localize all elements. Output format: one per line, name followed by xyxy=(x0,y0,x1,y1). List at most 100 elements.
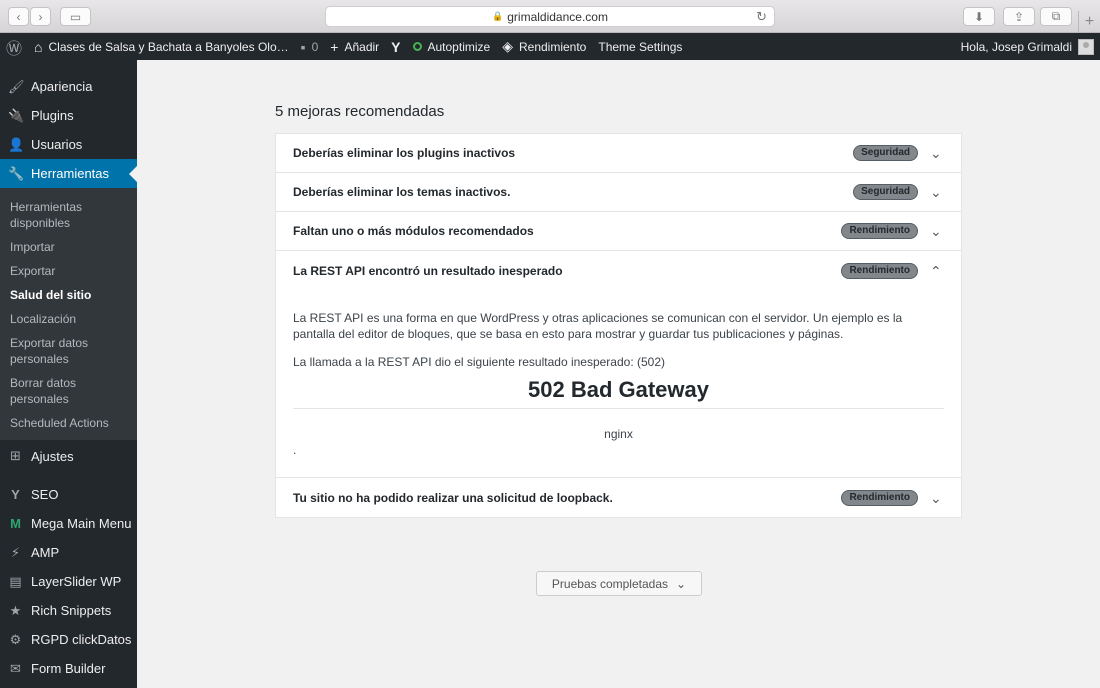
tests-completed-label: Pruebas completadas xyxy=(551,576,668,591)
new-tab-button[interactable]: + xyxy=(1078,11,1100,33)
issue-row[interactable]: Tu sitio no ha podido realizar una solic… xyxy=(276,478,961,517)
chevron-down-icon: ⌄ xyxy=(676,576,687,591)
menu-usuarios[interactable]: 👤 Usuarios xyxy=(0,130,137,159)
status-badge: Rendimiento xyxy=(841,262,918,279)
menu-form-builder[interactable]: ✉ Form Builder xyxy=(0,654,137,683)
menu-apariencia[interactable]: 🖌 Apariencia xyxy=(0,72,137,101)
menu-label: Rich Snippets xyxy=(31,603,112,618)
submenu-herramientas-disponibles[interactable]: Herramientas disponibles xyxy=(0,195,137,235)
chevron-down-icon[interactable]: ⌄ xyxy=(930,491,944,505)
admin-bar: Ⓦ ⌂ Clases de Salsa y Bachata a Banyoles… xyxy=(0,33,1100,60)
submenu-scheduled-actions[interactable]: Scheduled Actions xyxy=(0,411,137,435)
menu-layerslider[interactable]: ▤ LayerSlider WP xyxy=(0,567,137,596)
menu-amp[interactable]: ⚡ AMP xyxy=(0,538,137,567)
autoptimize-link[interactable]: Autoptimize xyxy=(407,33,497,60)
download-button[interactable]: ⬇ xyxy=(963,7,995,26)
home-icon: ⌂ xyxy=(34,38,43,55)
site-name-link[interactable]: ⌂ Clases de Salsa y Bachata a Banyoles O… xyxy=(28,33,295,60)
url-text: grimaldidance.com xyxy=(507,9,608,24)
issue-details: La REST API es una forma en que WordPres… xyxy=(276,290,961,478)
wordpress-icon: Ⓦ xyxy=(6,40,23,58)
lock-icon: 🔒 xyxy=(492,11,504,21)
chevron-down-icon[interactable]: ⌄ xyxy=(930,185,944,199)
issue-row[interactable]: Deberías eliminar los plugins inactivos … xyxy=(276,134,961,173)
menu-rgpd-clickdatos[interactable]: ⚙ RGPD clickDatos xyxy=(0,625,137,654)
chevron-down-icon[interactable]: ⌄ xyxy=(930,146,944,160)
wordpress-logo[interactable]: Ⓦ xyxy=(0,33,28,60)
share-icon: ⇪ xyxy=(1013,9,1025,24)
menu-label: RGPD clickDatos xyxy=(31,632,132,647)
menu-ajustes[interactable]: ⊞ Ajustes xyxy=(0,441,137,471)
chevron-up-icon[interactable]: ⌃ xyxy=(930,264,944,278)
issue-result-line: La llamada a la REST API dio el siguient… xyxy=(293,355,666,369)
menu-seo[interactable]: Y SEO xyxy=(0,480,137,509)
issue-description: La REST API es una forma en que WordPres… xyxy=(293,311,903,341)
share-button[interactable]: ⇪ xyxy=(1003,7,1035,26)
issue-row[interactable]: Faltan uno o más módulos recomendados Re… xyxy=(276,212,961,251)
submenu-exportar-datos[interactable]: Exportar datos personales xyxy=(0,331,137,371)
performance-label: Rendimiento xyxy=(518,39,587,54)
menu-plugins[interactable]: 🔌 Plugins xyxy=(0,101,137,130)
menu-label: LayerSlider WP xyxy=(31,574,122,589)
mega-menu-icon: M xyxy=(10,516,21,531)
issue-row[interactable]: Deberías eliminar los temas inactivos. S… xyxy=(276,173,961,212)
settings-icon: ⊞ xyxy=(10,448,21,463)
new-content-link[interactable]: + Añadir xyxy=(324,33,385,60)
new-label: Añadir xyxy=(344,39,380,54)
sidebar-toggle-button[interactable]: ▭ xyxy=(60,7,91,26)
tabs-icon: ⧉ xyxy=(1051,9,1061,23)
menu-mega-main-menu[interactable]: M Mega Main Menu xyxy=(0,509,137,538)
forward-button[interactable]: › xyxy=(30,7,51,26)
issue-title: Deberías eliminar los temas inactivos. xyxy=(293,185,511,199)
tabs-button[interactable]: ⧉ xyxy=(1040,7,1072,26)
issues-panel: Deberías eliminar los plugins inactivos … xyxy=(275,133,962,518)
gear-icon: ⚙ xyxy=(9,631,22,647)
theme-settings-label: Theme Settings xyxy=(598,39,683,54)
avatar xyxy=(1078,38,1094,55)
menu-rich-snippets[interactable]: ★ Rich Snippets xyxy=(0,596,137,625)
status-badge: Rendimiento xyxy=(841,489,918,506)
yoast-icon: Y xyxy=(391,38,401,55)
menu-label: AMP xyxy=(31,545,60,560)
menu-herramientas[interactable]: 🔧 Herramientas xyxy=(0,159,137,188)
menu-label: Form Builder xyxy=(31,661,106,676)
my-account[interactable]: Hola, Josep Grimaldi xyxy=(961,33,1094,60)
menu-label: Plugins xyxy=(31,108,74,123)
comments-count: 0 xyxy=(311,39,319,54)
issue-title: Faltan uno o más módulos recomendados xyxy=(293,224,534,238)
back-button[interactable]: ‹ xyxy=(8,7,29,26)
plus-icon: + xyxy=(1084,13,1095,30)
chevron-down-icon[interactable]: ⌄ xyxy=(930,224,944,238)
yoast-link[interactable]: Y xyxy=(385,33,406,60)
reload-icon[interactable]: ↻ xyxy=(756,9,767,25)
submenu-importar[interactable]: Importar xyxy=(0,235,137,259)
performance-link[interactable]: ◈ Rendimiento xyxy=(496,33,592,60)
menu-label: Ajustes xyxy=(31,448,74,464)
issue-title: La REST API encontró un resultado inespe… xyxy=(293,263,563,278)
cube-icon: ◈ xyxy=(502,38,513,54)
url-bar[interactable]: 🔒 grimaldidance.com ↻ xyxy=(325,6,775,27)
site-name: Clases de Salsa y Bachata a Banyoles Olo… xyxy=(48,39,289,54)
amp-icon: ⚡ xyxy=(10,544,21,560)
submenu-borrar-datos[interactable]: Borrar datos personales xyxy=(0,371,137,411)
status-dot-icon xyxy=(412,42,422,51)
sidebar-icon: ▭ xyxy=(69,9,82,24)
submenu-salud-del-sitio[interactable]: Salud del sitio xyxy=(0,283,137,307)
submenu-localizacion[interactable]: Localización xyxy=(0,307,137,331)
menu-label: Herramientas xyxy=(31,166,110,181)
issue-row-expanded[interactable]: La REST API encontró un resultado inespe… xyxy=(276,251,961,290)
tests-completed-button[interactable]: Pruebas completadas ⌄ xyxy=(536,571,702,596)
menu-label: Mega Main Menu xyxy=(31,516,132,531)
slider-icon: ▤ xyxy=(9,573,22,589)
chevron-left-icon: ‹ xyxy=(16,9,21,24)
issue-title: Deberías eliminar los plugins inactivos xyxy=(293,146,516,160)
browser-toolbar: ‹ › ▭ 🔒 grimaldidance.com ↻ ⬇ ⇪ ⧉ + xyxy=(0,0,1100,33)
paintbrush-icon: 🖌 xyxy=(8,78,25,94)
main-content: 5 mejoras recomendadas Deberías eliminar… xyxy=(137,60,1100,688)
tools-submenu: Herramientas disponibles Importar Export… xyxy=(0,188,137,440)
theme-settings-link[interactable]: Theme Settings xyxy=(592,33,688,60)
user-icon: 👤 xyxy=(8,136,25,152)
section-title: 5 mejoras recomendadas xyxy=(275,103,445,120)
comments-link[interactable]: ▪ 0 xyxy=(295,33,325,60)
submenu-exportar[interactable]: Exportar xyxy=(0,259,137,283)
